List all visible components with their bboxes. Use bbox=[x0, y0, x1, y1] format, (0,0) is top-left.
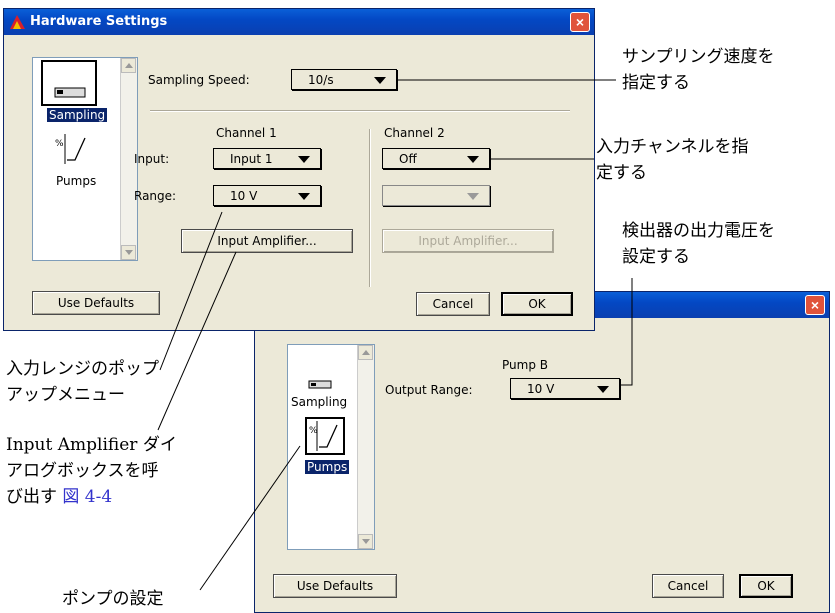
annotation-line: 入力チャンネルを指 bbox=[596, 137, 749, 157]
annotation-text: び出す bbox=[6, 487, 57, 507]
annotation-line: 入力レンジのポップ bbox=[6, 359, 159, 379]
annotation-sampling-speed: サンプリング速度を 指定する bbox=[622, 44, 775, 96]
annotation-input-amplifier: Input Amplifier ダイ アログボックスを呼 び出す 図 4-4 bbox=[6, 432, 177, 510]
annotation-detector-voltage: 検出器の出力電圧を 設定する bbox=[622, 218, 775, 270]
annotation-range-popup: 入力レンジのポップ アップメニュー bbox=[6, 356, 159, 408]
annotation-line: サンプリング速度を bbox=[622, 47, 775, 67]
annotation-input-channel: 入力チャンネルを指 定する bbox=[596, 134, 749, 186]
annotation-line: アログボックスを呼 bbox=[6, 461, 159, 481]
figure-link[interactable]: 図 4-4 bbox=[62, 487, 112, 507]
annotation-line: Input Amplifier ダイ bbox=[6, 435, 177, 455]
callout-pump bbox=[199, 445, 301, 591]
annotation-line: 指定する bbox=[622, 73, 690, 93]
annotation-line: 設定する bbox=[622, 247, 690, 267]
callout-range-popup bbox=[159, 211, 223, 371]
callout-amplifier bbox=[157, 251, 237, 431]
annotation-pump-setting: ポンプの設定 bbox=[62, 586, 164, 612]
annotation-line: 定する bbox=[596, 163, 647, 183]
annotation-line: ポンプの設定 bbox=[62, 589, 164, 609]
annotation-line: アップメニュー bbox=[6, 385, 125, 405]
annotation-line: 検出器の出力電圧を bbox=[622, 221, 775, 241]
callout-output-range bbox=[620, 278, 633, 386]
annotation-line: び出す 図 4-4 bbox=[6, 484, 177, 510]
